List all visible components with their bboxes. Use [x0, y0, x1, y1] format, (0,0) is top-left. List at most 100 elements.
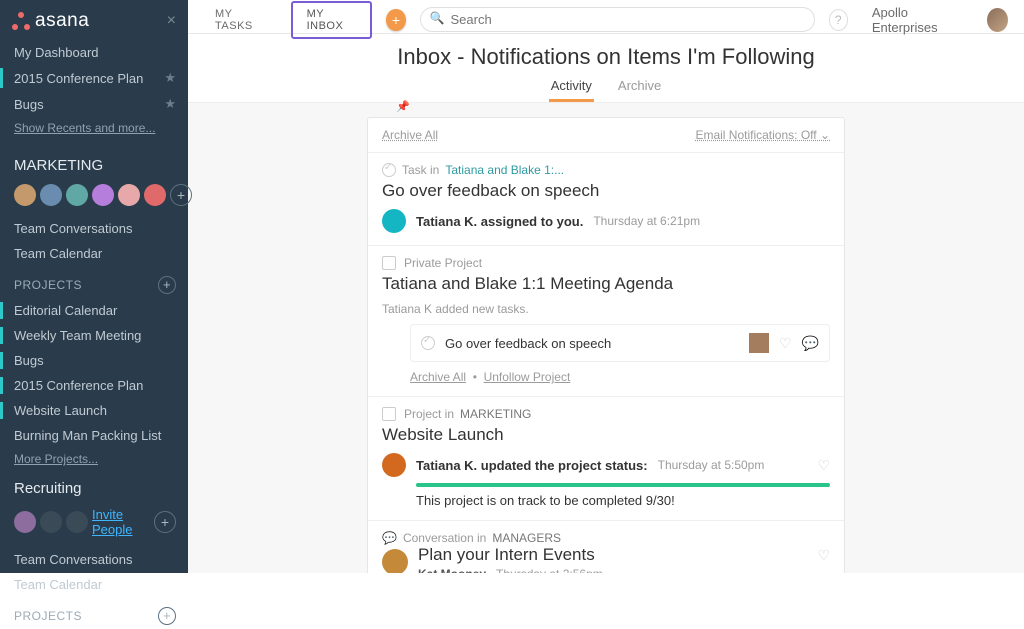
- archive-all-link[interactable]: Archive All: [410, 370, 466, 384]
- sidebar-item-label: 2015 Conference Plan: [14, 378, 143, 393]
- archive-all-link[interactable]: Archive All: [382, 128, 438, 142]
- notif-meta: Private Project: [382, 256, 830, 270]
- notification-item[interactable]: Task in Tatiana and Blake 1:... Go over …: [368, 153, 844, 246]
- avatar[interactable]: [382, 209, 406, 233]
- subtab-archive[interactable]: Archive: [616, 74, 663, 102]
- star-icon[interactable]: ★: [164, 96, 176, 112]
- notif-title[interactable]: Website Launch: [382, 425, 830, 445]
- add-member-icon[interactable]: +: [170, 184, 192, 206]
- team-name: MARKETING: [14, 157, 103, 174]
- notif-time: Thursday at 5:50pm: [658, 458, 765, 472]
- notification-item[interactable]: Private Project Tatiana and Blake 1:1 Me…: [368, 246, 844, 397]
- project-weekly-team-meeting[interactable]: Weekly Team Meeting: [0, 323, 188, 348]
- main: MY TASKS MY INBOX + 🔍 ? Apollo Enterpris…: [188, 0, 1024, 573]
- user-avatar[interactable]: [987, 8, 1008, 32]
- invite-people-link[interactable]: Invite People: [92, 507, 150, 537]
- task-check-icon[interactable]: [421, 336, 435, 350]
- sidebar-item-label: My Dashboard: [14, 45, 99, 60]
- heart-icon[interactable]: ♡: [817, 547, 830, 564]
- search-input[interactable]: [420, 7, 815, 32]
- search-icon: 🔍: [430, 11, 445, 25]
- sidebar-item-label: Team Conversations: [14, 552, 133, 567]
- sidebar-item-label: Burning Man Packing List: [14, 428, 161, 443]
- avatar[interactable]: [14, 184, 36, 206]
- heart-icon[interactable]: ♡: [779, 335, 792, 352]
- tab-my-inbox[interactable]: MY INBOX: [291, 1, 373, 39]
- sidebar-item-label: Bugs: [14, 353, 44, 368]
- topbar: MY TASKS MY INBOX + 🔍 ? Apollo Enterpris…: [188, 0, 1024, 34]
- project-editorial-calendar[interactable]: Editorial Calendar: [0, 298, 188, 323]
- new-button[interactable]: +: [386, 9, 405, 31]
- team-conversations[interactable]: Team Conversations: [0, 547, 188, 572]
- pin-icon[interactable]: 📌: [396, 100, 410, 113]
- team-header-marketing[interactable]: MARKETING: [0, 147, 188, 180]
- sidebar-item-label: Website Launch: [14, 403, 107, 418]
- avatar[interactable]: [118, 184, 140, 206]
- sidebar-item-dashboard[interactable]: My Dashboard: [0, 40, 188, 65]
- status-bar-green: [416, 483, 830, 487]
- subtabs: Activity Archive: [188, 74, 1024, 103]
- avatar[interactable]: [66, 184, 88, 206]
- subtab-activity[interactable]: Activity: [549, 74, 594, 102]
- card-toolbar: Archive All Email Notifications: Off ⌄: [368, 118, 844, 153]
- projects-header-label: PROJECTS: [14, 609, 82, 623]
- add-project-icon[interactable]: +: [158, 607, 176, 625]
- org-name[interactable]: Apollo Enterprises: [872, 5, 963, 35]
- project-conference-plan[interactable]: 2015 Conference Plan: [0, 373, 188, 398]
- notif-context[interactable]: MARKETING: [460, 407, 531, 421]
- avatar[interactable]: [382, 549, 408, 573]
- collapse-sidebar-icon[interactable]: ×: [167, 12, 176, 30]
- notif-title[interactable]: Go over feedback on speech: [382, 181, 830, 201]
- page-title: Inbox - Notifications on Items I'm Follo…: [188, 44, 1024, 70]
- sidebar-item-conference[interactable]: 2015 Conference Plan ★: [0, 65, 188, 91]
- comment-icon[interactable]: 💬: [802, 335, 819, 352]
- avatar[interactable]: [92, 184, 114, 206]
- notif-meta-text: Task in: [402, 163, 439, 177]
- inbox-scroll[interactable]: Archive All Email Notifications: Off ⌄ T…: [188, 103, 1024, 573]
- notif-meta: Project in MARKETING: [382, 407, 830, 421]
- clipboard-icon: [382, 407, 396, 421]
- notif-context[interactable]: MANAGERS: [492, 531, 561, 545]
- notif-time: Thursday at 2:56pm: [496, 567, 603, 573]
- avatar[interactable]: [14, 511, 36, 533]
- notif-title[interactable]: Plan your Intern Events: [418, 545, 595, 565]
- add-member-icon[interactable]: +: [154, 511, 176, 533]
- assignee-avatar[interactable]: [749, 333, 769, 353]
- show-recents-link[interactable]: Show Recents and more...: [0, 117, 188, 139]
- star-icon[interactable]: ★: [164, 70, 176, 86]
- team-header-recruiting[interactable]: Recruiting: [0, 470, 188, 503]
- avatar[interactable]: [40, 511, 62, 533]
- project-bugs[interactable]: Bugs: [0, 348, 188, 373]
- more-projects-link[interactable]: More Projects...: [0, 448, 188, 470]
- notif-title[interactable]: Tatiana and Blake 1:1 Meeting Agenda: [382, 274, 830, 294]
- add-project-icon[interactable]: +: [158, 276, 176, 294]
- sidebar-item-bugs[interactable]: Bugs ★: [0, 91, 188, 117]
- notification-item[interactable]: Project in MARKETING Website Launch Tati…: [368, 397, 844, 521]
- subtask-title: Go over feedback on speech: [445, 336, 611, 351]
- subtask-row[interactable]: Go over feedback on speech ♡ 💬: [410, 324, 830, 362]
- project-website-launch[interactable]: Website Launch: [0, 398, 188, 423]
- tab-my-tasks[interactable]: MY TASKS: [204, 1, 277, 39]
- notification-item[interactable]: 💬 Conversation in MANAGERS Plan your Int…: [368, 521, 844, 573]
- projects-header: PROJECTS +: [0, 597, 188, 629]
- help-icon[interactable]: ?: [829, 9, 848, 31]
- team-calendar[interactable]: Team Calendar: [0, 572, 188, 597]
- avatar[interactable]: [382, 453, 406, 477]
- team-conversations[interactable]: Team Conversations: [0, 216, 188, 241]
- avatar[interactable]: [144, 184, 166, 206]
- notif-author: Kat Mooney: [418, 567, 486, 573]
- email-notif-toggle[interactable]: Email Notifications: Off ⌄: [695, 128, 830, 142]
- search-wrap: 🔍: [420, 7, 815, 32]
- sidebar-item-label: Bugs: [14, 97, 44, 112]
- asana-logo-icon: [12, 12, 30, 30]
- avatar[interactable]: [40, 184, 62, 206]
- notif-context-link[interactable]: Tatiana and Blake 1:...: [445, 163, 564, 177]
- avatar[interactable]: [66, 511, 88, 533]
- team-avatars: +: [0, 180, 188, 216]
- project-burning-man[interactable]: Burning Man Packing List: [0, 423, 188, 448]
- projects-header: PROJECTS +: [0, 266, 188, 298]
- heart-icon[interactable]: ♡: [817, 457, 830, 474]
- asana-logo[interactable]: asana: [12, 10, 89, 32]
- unfollow-link[interactable]: Unfollow Project: [484, 370, 571, 384]
- team-calendar[interactable]: Team Calendar: [0, 241, 188, 266]
